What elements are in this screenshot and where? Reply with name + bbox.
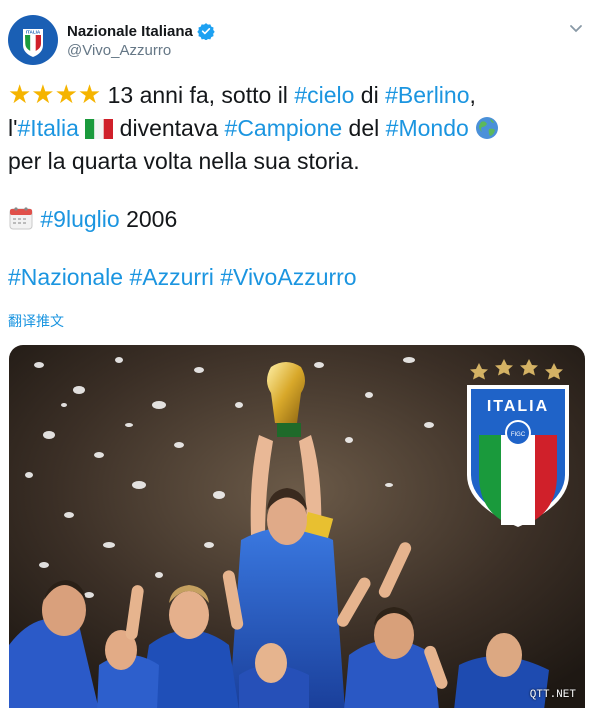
text: di <box>354 82 386 108</box>
text: del <box>342 115 386 141</box>
chevron-down-icon[interactable] <box>569 24 583 34</box>
tweet-header: ITALIA Nazionale Italiana @Vivo_Azzurro <box>0 0 593 70</box>
account-name[interactable]: Nazionale Italiana <box>67 23 193 40</box>
hashtag-italia[interactable]: #Italia <box>18 115 79 141</box>
tweet-line-5: #Nazionale #Azzurri #VivoAzzurro <box>8 261 578 294</box>
badge-text: ITALIA <box>487 398 549 415</box>
tweet-text: ★★★★ 13 anni fa, sotto il #cielo di #Ber… <box>8 78 578 294</box>
text: , <box>469 82 476 108</box>
world-cup-celebration-image: ITALIA FIGC <box>9 345 585 708</box>
hashtag-azzurri[interactable]: #Azzurri <box>129 264 213 290</box>
hashtag-campione[interactable]: #Campione <box>225 115 343 141</box>
year-text: 2006 <box>119 206 178 232</box>
hashtag-9luglio[interactable]: #9luglio <box>40 206 119 232</box>
hashtag-cielo[interactable]: #cielo <box>294 82 354 108</box>
verified-badge-icon <box>197 23 215 40</box>
italy-flag-icon <box>85 119 114 139</box>
tweet-line-3: per la quarta volta nella sua storia. <box>8 148 360 174</box>
name-row: Nazionale Italiana <box>67 22 215 40</box>
hashtag-nazionale[interactable]: #Nazionale <box>8 264 123 290</box>
figc-shield-icon: ITALIA <box>9 16 57 64</box>
watermark: QTT.NET <box>529 689 576 701</box>
text: l' <box>8 115 18 141</box>
hashtag-berlino[interactable]: #Berlino <box>385 82 469 108</box>
calendar-icon <box>9 207 33 230</box>
tweet-line-4: #9luglio 2006 <box>8 203 578 236</box>
avatar[interactable]: ITALIA <box>8 15 58 65</box>
hashtag-vivoazzurro[interactable]: #VivoAzzurro <box>220 264 356 290</box>
text: diventava <box>113 115 225 141</box>
translate-tweet-link[interactable]: 翻译推文 <box>8 311 64 331</box>
account-handle[interactable]: @Vivo_Azzurro <box>67 42 171 59</box>
globe-icon <box>476 117 499 139</box>
hashtag-mondo[interactable]: #Mondo <box>386 115 469 141</box>
badge-sub-text: FIGC <box>511 432 526 438</box>
tweet-image[interactable]: ITALIA FIGC QTT.NET <box>9 345 585 708</box>
stars-emoji: ★★★★ <box>8 79 102 109</box>
avatar-text: ITALIA <box>26 30 41 35</box>
tweet-line-2: l'#Italia diventava #Campione del #Mondo <box>8 112 578 145</box>
text: 13 anni fa, sotto il <box>101 82 295 108</box>
tweet-line-1: ★★★★ 13 anni fa, sotto il #cielo di #Ber… <box>8 78 578 112</box>
